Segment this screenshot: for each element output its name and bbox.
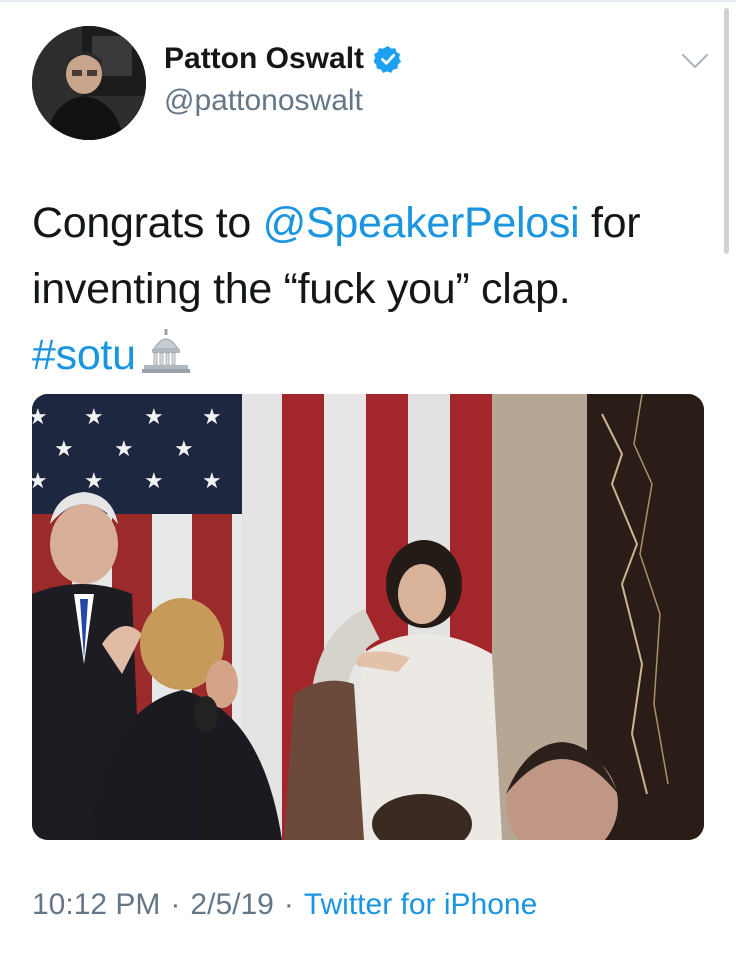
avatar-photo xyxy=(32,26,146,140)
svg-text:★: ★ xyxy=(114,437,134,462)
svg-text:★: ★ xyxy=(32,469,48,494)
tweet-time[interactable]: 10:12 PM xyxy=(32,888,160,922)
chevron-down-icon[interactable] xyxy=(680,50,710,72)
meta-separator: · xyxy=(170,888,181,921)
scrollbar[interactable] xyxy=(724,8,729,254)
user-name-row[interactable]: Patton Oswalt xyxy=(164,42,402,76)
svg-text:★: ★ xyxy=(54,437,74,462)
svg-text:★: ★ xyxy=(144,469,164,494)
user-name[interactable]: Patton Oswalt xyxy=(164,42,364,76)
user-handle[interactable]: @pattonoswalt xyxy=(164,84,363,118)
meta-separator: · xyxy=(283,888,294,921)
tweet-date[interactable]: 2/5/19 xyxy=(190,888,273,922)
tweet-source-link[interactable]: Twitter for iPhone xyxy=(304,888,537,922)
mention-link[interactable]: @SpeakerPelosi xyxy=(263,199,580,247)
capitol-building-icon xyxy=(141,329,190,373)
tweet-photo[interactable]: ★ ★ ★ ★ ★ ★ ★ ★ ★ ★ ★ xyxy=(32,394,704,840)
tweet-meta: 10:12 PM · 2/5/19 · Twitter for iPhone xyxy=(32,888,537,922)
avatar[interactable] xyxy=(32,26,146,140)
tweet-photo-image: ★ ★ ★ ★ ★ ★ ★ ★ ★ ★ ★ xyxy=(32,394,704,840)
svg-text:★: ★ xyxy=(32,405,48,430)
svg-text:★: ★ xyxy=(174,437,194,462)
verified-badge-icon xyxy=(374,46,402,73)
tweet-text: Congrats to @SpeakerPelosi for inventing… xyxy=(32,190,702,388)
svg-text:★: ★ xyxy=(84,469,104,494)
svg-text:★: ★ xyxy=(84,405,104,430)
svg-text:★: ★ xyxy=(144,405,164,430)
svg-text:★: ★ xyxy=(202,405,222,430)
top-divider xyxy=(0,0,736,2)
svg-text:★: ★ xyxy=(202,469,222,494)
hashtag-link[interactable]: #sotu xyxy=(32,331,136,379)
tweet-text-before: Congrats to xyxy=(32,199,263,247)
